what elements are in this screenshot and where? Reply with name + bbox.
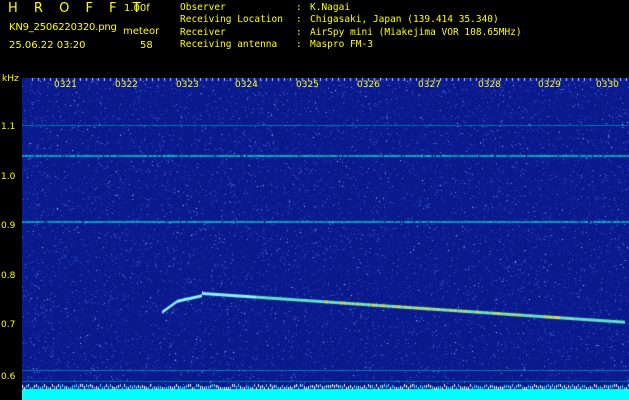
frequency-tick-label: 0.9 — [1, 221, 16, 231]
time-tick-label: 0329 — [538, 80, 561, 90]
frequency-tick-label: 0.6 — [1, 372, 16, 382]
info-row-observer: Observer: K.Nagai — [180, 2, 351, 13]
time-tick-label: 0324 — [235, 80, 258, 90]
meteor-label: meteor — [123, 26, 160, 37]
frequency-tick-label: 1.0 — [1, 172, 16, 182]
time-tick-label: 0323 — [176, 80, 199, 90]
info-row-location: Receiving Location: Chigasaki, Japan (139… — [180, 14, 499, 26]
time-tick-label: 0330 — [596, 80, 619, 90]
file-name: KN9_2506220320.png — [9, 22, 117, 33]
frequency-tick-label: 1.1 — [1, 122, 16, 132]
time-tick-label: 0327 — [418, 80, 441, 90]
time-tick-label: 0325 — [296, 80, 319, 90]
station-info: Observer: K.Nagai Receiving Location: Chig… — [180, 2, 522, 51]
header: H R O F F T 1.00f KN9_2506220320.png met… — [0, 0, 629, 76]
app-version: 1.00f — [124, 3, 150, 14]
frequency-tick-label: 0.8 — [1, 271, 16, 281]
time-tick-label: 0328 — [478, 80, 501, 90]
time-tick-label: 0322 — [115, 80, 138, 90]
info-row-antenna: Receiving antenna: Maspro FM-3 — [180, 38, 373, 50]
capture-datetime: 25.06.22 03:20 — [9, 40, 86, 51]
time-tick-label: 0326 — [357, 80, 380, 90]
meteor-count: 58 — [140, 40, 153, 51]
frequency-tick-label: 0.7 — [1, 320, 16, 330]
info-row-receiver: Receiver: AirSpy mini (Miakejima VOR 108.… — [180, 26, 522, 38]
time-tick-label: 0321 — [54, 80, 77, 90]
spectrogram — [22, 78, 629, 400]
frequency-unit-label: kHz — [2, 74, 19, 84]
